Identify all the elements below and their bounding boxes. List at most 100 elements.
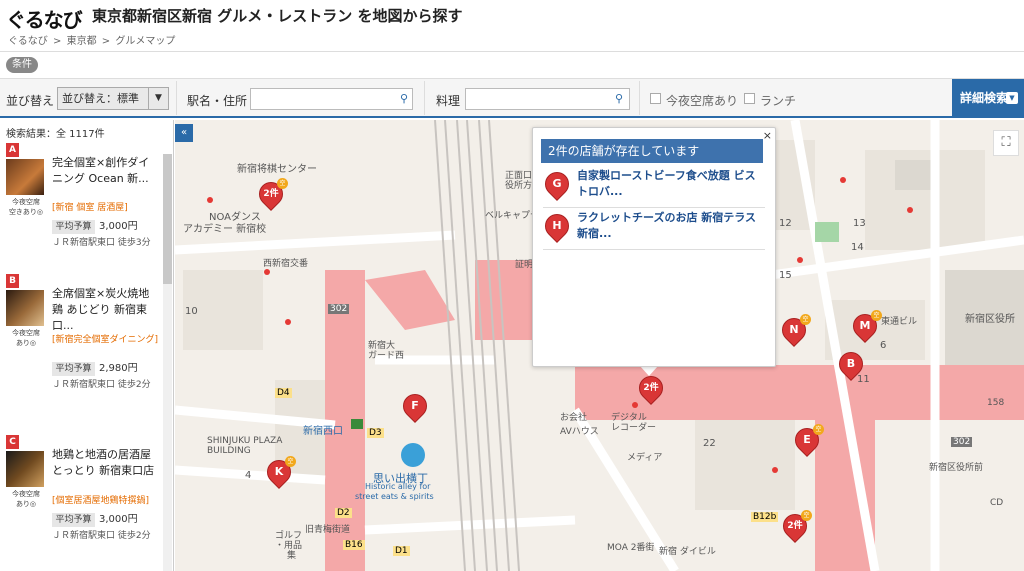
breadcrumb-gourmet-map: グルメマップ: [115, 36, 176, 47]
restaurant-name-link[interactable]: 地鶏と地酒の居酒屋 とっとり 新宿東口店: [52, 447, 160, 479]
exit-label: D2: [335, 508, 352, 518]
map-pin-cluster[interactable]: 2件: [634, 371, 668, 406]
map-label: 新宿区役所: [965, 314, 1015, 325]
item-letter-badge: A: [6, 143, 19, 157]
breadcrumb-tokyo[interactable]: 東京都: [67, 36, 97, 47]
availability-badge: 今夜空席 空きあり◎: [4, 197, 48, 217]
caret-down-icon: ▼: [148, 88, 168, 109]
map-pin-cluster[interactable]: 2件 空: [254, 177, 288, 212]
list-item[interactable]: C 今夜空席 あり◎ 地鶏と地酒の居酒屋 とっとり 新宿東口店 [個室居酒屋地鶏…: [0, 435, 162, 571]
popup-list-item[interactable]: H ラクレットチーズのお店 新宿テラス 新宿...: [540, 209, 765, 250]
sort-select-value: 並び替え：標準: [62, 92, 139, 105]
access-info: ＪＲ新宿駅東口 徒歩2分: [52, 380, 151, 390]
pin-label: F: [411, 399, 419, 412]
search-icon[interactable]: ⚲: [394, 89, 414, 109]
map-pin-f[interactable]: F: [398, 389, 432, 424]
map-label: 13: [853, 218, 866, 229]
map-label: 10: [185, 306, 198, 317]
sort-select[interactable]: 並び替え：標準 ▼: [57, 87, 169, 110]
availability-line: あり◎: [15, 339, 37, 347]
exit-label: D3: [367, 428, 384, 438]
list-item[interactable]: B 今夜空席 あり◎ 全席個室×炭火焼地鶏 あじどり 新宿東口... [新宿完全…: [0, 274, 162, 414]
breadcrumb: ぐるなび > 東京都 > グルメマップ: [8, 32, 177, 47]
map-label: 集: [287, 551, 297, 561]
restaurant-thumbnail[interactable]: [6, 451, 44, 487]
map-pin-m[interactable]: M 空: [848, 309, 882, 344]
map-label: 22: [703, 438, 716, 449]
availability-badge: 今夜空席 あり◎: [4, 489, 48, 509]
access-info: ＪＲ新宿駅東口 徒歩3分: [52, 238, 151, 248]
lunch-checkbox[interactable]: [744, 93, 755, 104]
map-label: メディア: [627, 453, 663, 463]
scrollbar-thumb[interactable]: [163, 154, 172, 284]
pin-label: G: [552, 177, 562, 190]
seat-available-icon: 空: [871, 310, 882, 321]
condition-badge[interactable]: 条件: [6, 57, 38, 73]
exit-label: B12b: [751, 512, 779, 522]
restaurant-name-link[interactable]: 全席個室×炭火焼地鶏 あじどり 新宿東口...: [52, 286, 160, 334]
map-label: 新宿 ダイビル: [659, 547, 716, 557]
collapse-sidebar-button[interactable]: «: [175, 124, 193, 142]
gurunavi-logo[interactable]: ぐるなび: [6, 4, 83, 33]
restaurant-tag: [新宿完全個室ダイニング]: [52, 335, 159, 345]
map-label: 東通ビル: [881, 317, 918, 327]
pin-label: 2件: [643, 383, 659, 393]
header-divider: [0, 51, 1024, 52]
available-tonight-label[interactable]: 今夜空席あり: [666, 92, 738, 109]
toolbar-separator: [639, 81, 640, 115]
availability-line: あり◎: [15, 500, 37, 508]
budget-label: 平均予算: [52, 513, 95, 527]
station-input[interactable]: [250, 88, 413, 110]
map-label: 新宿西口: [303, 426, 343, 437]
map-pin-b[interactable]: B: [834, 347, 868, 382]
budget-value: 3,000円: [99, 514, 138, 525]
popup-restaurant-link[interactable]: ラクレットチーズのお店 新宿テラス 新宿...: [577, 210, 763, 242]
toolbar-separator: [424, 81, 425, 115]
breadcrumb-gurunavi[interactable]: ぐるなび: [8, 36, 48, 47]
cuisine-input[interactable]: [465, 88, 630, 110]
item-letter-badge: C: [6, 435, 19, 449]
list-item[interactable]: A 今夜空席 空きあり◎ 完全個室×創作ダイニング Ocean 新... [新宿…: [0, 143, 162, 283]
detail-search-button[interactable]: 詳細検索 ▼: [952, 79, 1024, 117]
chevron-down-icon: ▼: [1006, 92, 1018, 104]
exit-label: B16: [343, 540, 365, 550]
route-302-shield: 302: [328, 304, 350, 314]
map-pin-e[interactable]: E 空: [790, 423, 824, 458]
popup-header: 2件の店舗が存在しています: [541, 139, 763, 163]
sort-label: 並び替え: [6, 94, 55, 108]
map-label: 158: [987, 398, 1005, 408]
seat-available-icon: 空: [801, 510, 812, 521]
map-label: street eats & spirits: [355, 492, 434, 501]
map-label: CD: [990, 498, 1004, 508]
pin-label: B: [846, 357, 856, 370]
popup-restaurant-link[interactable]: 自家製ローストビーフ食べ放題 ビストロバ...: [577, 168, 763, 200]
map-label: 6: [880, 340, 887, 351]
restaurant-name-link[interactable]: 完全個室×創作ダイニング Ocean 新...: [52, 155, 160, 187]
map-pin-g: G: [540, 167, 574, 201]
close-icon[interactable]: ×: [763, 129, 772, 142]
restaurant-thumbnail[interactable]: [6, 159, 44, 195]
map-label: AVハウス: [560, 427, 599, 437]
budget-label: 平均予算: [52, 362, 95, 376]
restaurant-tag: [個室居酒屋地鶏特撰鍋]: [52, 496, 150, 506]
available-tonight-checkbox[interactable]: [650, 93, 661, 104]
map-pin-cluster[interactable]: 2件 空: [778, 509, 812, 544]
fullscreen-icon[interactable]: ⛶: [993, 130, 1019, 156]
map-label: Historic alley for: [365, 482, 431, 491]
map-pin-n[interactable]: N 空: [777, 313, 811, 348]
exit-label: D1: [393, 546, 410, 556]
breadcrumb-sep: >: [101, 36, 111, 47]
map-label: レコーダー: [611, 423, 657, 433]
restaurant-thumbnail[interactable]: [6, 290, 44, 326]
map-label: BUILDING: [207, 446, 251, 456]
map-label: 14: [851, 242, 864, 253]
map-label: 15: [779, 270, 792, 281]
map-pin-k[interactable]: K 空: [262, 455, 296, 490]
lunch-label[interactable]: ランチ: [760, 92, 796, 109]
result-sidebar: 検索結果：全 1117件 A 今夜空席 空きあり◎ 完全個室×創作ダイニング O…: [0, 120, 174, 571]
search-icon[interactable]: ⚲: [609, 89, 629, 109]
map-label: 役所方: [505, 181, 533, 191]
popup-list-item[interactable]: G 自家製ローストビーフ食べ放題 ビストロバ...: [540, 167, 765, 208]
popup-tail: [640, 366, 658, 376]
availability-line: 空きあり◎: [8, 208, 44, 216]
